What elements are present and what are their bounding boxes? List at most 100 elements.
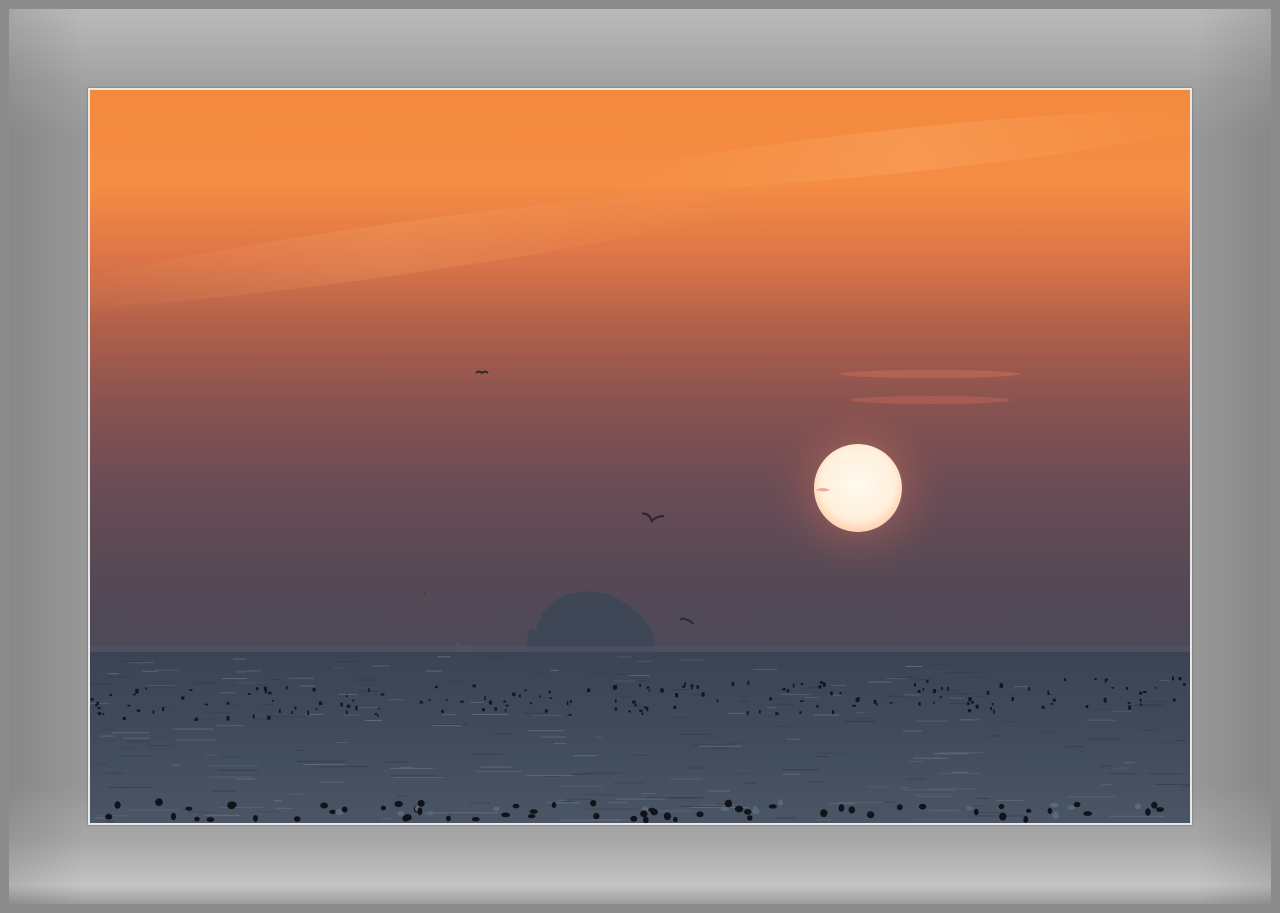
sea-ripple	[886, 678, 907, 680]
sea-ripple	[120, 755, 154, 757]
buoy	[815, 705, 819, 708]
buoy	[132, 693, 136, 696]
buoy	[252, 715, 255, 719]
buoy	[1085, 705, 1089, 709]
buoy	[426, 811, 434, 816]
sea-ripple	[475, 770, 522, 772]
sea-ripple	[653, 810, 693, 812]
buoy	[922, 688, 925, 691]
sea-ripple	[565, 798, 594, 800]
sea-ripple	[772, 689, 784, 691]
buoy	[696, 685, 700, 689]
buoy	[127, 704, 131, 707]
buoy	[320, 802, 328, 809]
sea-ripple	[218, 769, 259, 771]
buoy	[630, 815, 638, 822]
sea-ripple	[916, 679, 933, 681]
photo-canvas	[90, 90, 1190, 823]
buoy	[114, 801, 121, 809]
sea-ripple	[381, 818, 393, 820]
buoy	[248, 693, 251, 695]
buoy	[504, 709, 507, 712]
sea-ripple	[713, 747, 727, 749]
sea-ripple	[127, 809, 180, 811]
sea-ripple	[584, 808, 639, 810]
sea-ripple	[740, 700, 749, 702]
buoy	[494, 707, 497, 711]
buoy	[775, 712, 779, 715]
buoy	[640, 810, 648, 818]
buoy	[786, 689, 790, 693]
sea-ripple	[594, 736, 603, 738]
sea-ripple	[209, 765, 259, 767]
sea-ripple	[771, 703, 795, 705]
buoy	[194, 717, 198, 721]
sea-ripple	[1159, 680, 1170, 681]
buoy	[570, 699, 572, 703]
sea-ripple	[542, 776, 561, 777]
buoy	[549, 697, 553, 699]
sea-ripple	[1146, 700, 1167, 702]
sea-ripple	[104, 772, 124, 774]
buoy	[312, 688, 316, 692]
buoy	[684, 682, 686, 686]
sea-ripple	[267, 716, 306, 718]
sea-ripple	[562, 801, 575, 802]
buoy	[663, 812, 672, 821]
sea-ripple	[615, 674, 633, 675]
buoy	[445, 815, 451, 822]
buoy	[185, 806, 193, 811]
buoy	[889, 702, 893, 704]
buoy	[105, 813, 113, 820]
sea-ripple	[212, 790, 235, 792]
sea-ripple	[856, 712, 865, 714]
sea-ripple	[188, 811, 216, 813]
sea-ripple	[237, 671, 246, 673]
buoy	[206, 817, 215, 822]
buoy	[975, 704, 979, 709]
sea-ripple	[528, 730, 565, 732]
sea-ripple	[335, 661, 360, 663]
sea-ripple	[105, 729, 115, 730]
buoy	[792, 683, 795, 688]
sea-ripple	[1003, 693, 1016, 695]
buoy	[279, 708, 281, 714]
buoy	[752, 808, 760, 815]
buoy	[612, 685, 616, 690]
sea-ripple	[1176, 740, 1186, 741]
sea-ripple	[299, 675, 314, 677]
buoy	[820, 681, 823, 684]
buoy	[971, 701, 974, 704]
sea-ripple	[915, 720, 949, 722]
buoy	[318, 701, 323, 705]
buoy	[1050, 703, 1053, 705]
buoy	[673, 816, 678, 823]
buoy	[913, 683, 916, 687]
cloud-streak	[840, 370, 1020, 378]
buoy	[839, 691, 842, 695]
buoy	[122, 716, 126, 720]
sea-ripple	[274, 807, 293, 809]
buoy	[641, 712, 644, 715]
buoy	[628, 710, 631, 713]
buoy	[1127, 702, 1131, 704]
sea-ripple	[963, 719, 980, 721]
buoy	[800, 683, 804, 686]
sea-ripple	[1003, 721, 1017, 723]
buoy	[97, 707, 101, 710]
sea-ripple	[727, 712, 746, 714]
buoy	[746, 710, 749, 715]
sea-ripple	[680, 659, 703, 661]
buoy	[551, 802, 557, 808]
sea-ripple	[977, 797, 990, 799]
sea-ripple	[615, 798, 666, 800]
buoy	[524, 689, 527, 692]
sea-ripple	[1141, 729, 1156, 731]
sea-ripple	[122, 737, 151, 739]
sea-ripple	[289, 793, 306, 795]
buoy	[544, 709, 548, 713]
sea-ripple	[948, 693, 974, 695]
buoy	[1125, 687, 1128, 690]
buoy	[189, 689, 193, 691]
sea-ripple	[189, 718, 214, 720]
